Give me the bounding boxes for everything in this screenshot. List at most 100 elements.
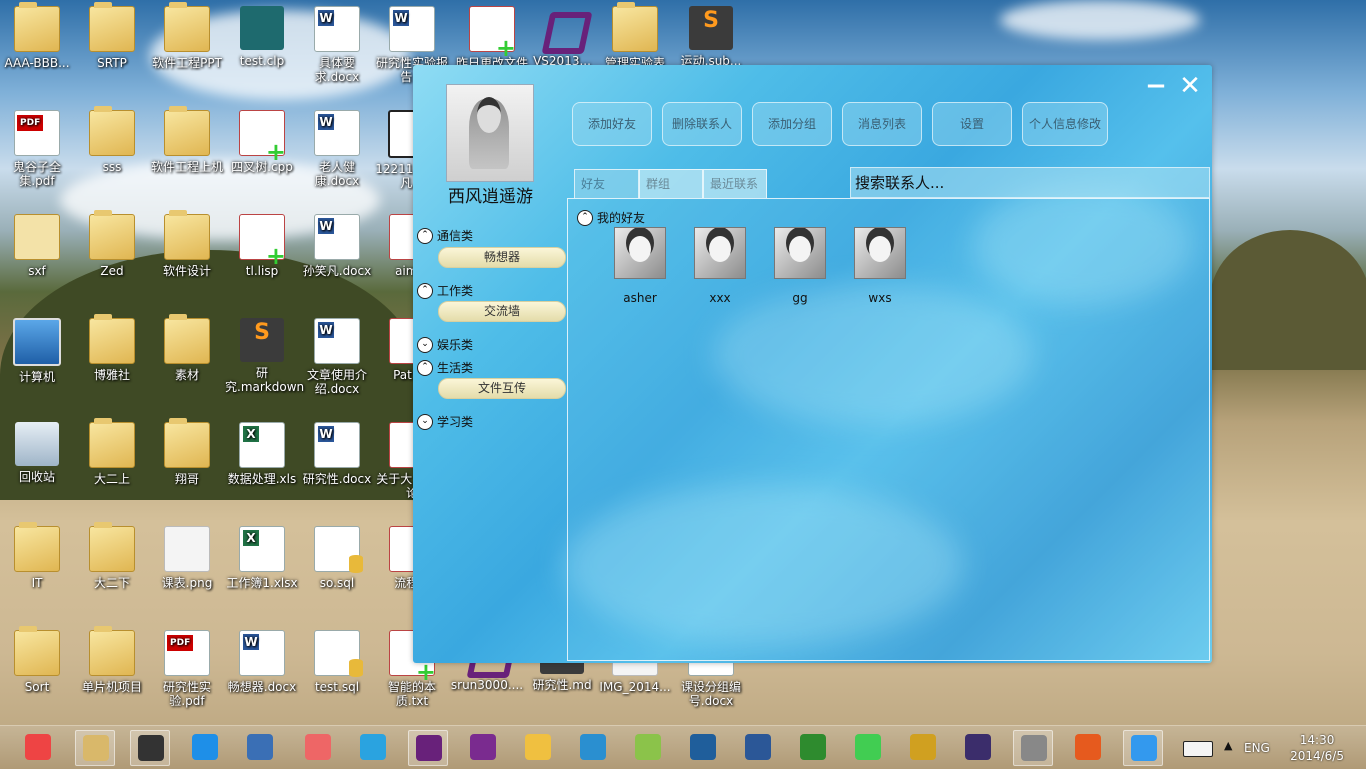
desktop-icon[interactable]: IT [0,522,74,590]
taskbar-button[interactable] [848,730,888,766]
desktop-icon[interactable]: 工作簿1.xlsx [225,526,299,590]
tab-groups[interactable]: 群组 [639,169,703,198]
desktop-icon[interactable]: 大二上 [75,418,149,486]
taskbar-button[interactable] [958,730,998,766]
keyboard-icon[interactable] [1183,741,1213,757]
taskbar-button[interactable] [240,730,280,766]
desktop-icon[interactable]: 研究性.docx [300,422,374,486]
desktop-icon[interactable]: so.sql [300,526,374,590]
tab-recent[interactable]: 最近联系 [703,169,767,198]
desktop-icon[interactable]: 研究.markdown [225,318,304,394]
desktop-icon[interactable]: 素材 [150,314,224,382]
expand-icon[interactable]: ⌄ [417,413,433,430]
desktop-icon[interactable]: 具体要求.docx [300,6,374,84]
taskbar-button[interactable] [518,730,558,766]
close-button[interactable]: ✕ [1176,73,1204,101]
clock[interactable]: 14:30 2014/6/5 [1290,732,1344,764]
add-group-button[interactable]: 添加分组 [752,102,832,146]
desktop-icon[interactable]: 回收站 [0,422,74,484]
settings-button[interactable]: 设置 [932,102,1012,146]
desktop-icon-label: 具体要求.docx [314,56,360,84]
desktop-icon-label: SRTP [97,56,127,70]
desktop-icon[interactable]: 软件设计 [150,210,224,278]
friend-item[interactable]: xxx [690,227,750,305]
expand-icon[interactable]: ⌄ [417,336,433,353]
desktop-icon[interactable]: 老人健康.docx [300,110,374,188]
language-indicator[interactable]: ENG [1244,741,1270,755]
taskbar-button[interactable] [573,730,613,766]
friend-item[interactable]: asher [610,227,670,305]
visual-studio-icon [416,735,442,761]
friend-group-header[interactable]: ⌃ 我的好友 [577,209,645,226]
desktop-icon[interactable]: 管理实验表 [598,2,672,70]
edit-profile-button[interactable]: 个人信息修改 [1022,102,1108,146]
desktop-icon[interactable]: 昨日更改文件 [455,6,529,70]
desktop-icon-label: so.sql [319,576,355,590]
desktop-icon[interactable]: sxf [0,214,74,278]
profile-avatar[interactable] [446,84,534,182]
search-input[interactable]: 搜索联系人... [850,167,1210,198]
category-life[interactable]: ⌃ 生活类 [417,359,473,376]
desktop-icon[interactable]: test.clp [225,6,299,68]
desktop-icon[interactable]: 软件工程PPT [150,2,224,70]
collapse-icon[interactable]: ⌃ [577,209,593,226]
minimize-button[interactable]: − [1142,73,1170,101]
desktop-icon[interactable]: 翔哥 [150,418,224,486]
taskbar-button[interactable] [1068,730,1108,766]
desktop-icon[interactable]: 大二下 [75,522,149,590]
friend-item[interactable]: gg [770,227,830,305]
desktop-icon[interactable]: 畅想器.docx [225,630,299,694]
taskbar-button[interactable] [463,730,503,766]
desktop-icon[interactable]: test.sql [300,630,374,694]
taskbar-button[interactable] [903,730,943,766]
desktop-icon[interactable]: 计算机 [0,318,74,384]
desktop-icon[interactable]: 研究性实验.pdf [150,630,224,708]
taskbar-button[interactable] [18,730,58,766]
message-list-button[interactable]: 消息列表 [842,102,922,146]
taskbar-button[interactable] [738,730,778,766]
category-study[interactable]: ⌄ 学习类 [417,413,473,430]
desktop-icon[interactable]: 文章使用介绍.docx [300,318,374,396]
category-communication[interactable]: ⌃ 通信类 [417,227,473,244]
desktop-icon[interactable]: 单片机项目 [75,626,149,694]
taskbar-button[interactable] [628,730,668,766]
taskbar-button[interactable] [130,730,170,766]
desktop-icon[interactable]: Sort [0,626,74,694]
desktop-icon[interactable]: 课表.png [150,526,224,590]
taskbar-button[interactable] [298,730,338,766]
sidebar-item-changxiangqi[interactable]: 畅想器 [438,247,566,268]
add-friend-button[interactable]: 添加好友 [572,102,652,146]
taskbar-button[interactable] [793,730,833,766]
taskbar-button[interactable] [1013,730,1053,766]
category-work[interactable]: ⌃ 工作类 [417,282,473,299]
desktop-icon[interactable]: tl.lisp [225,214,299,278]
desktop-icon[interactable]: AAA-BBB... [0,2,74,70]
friend-item[interactable]: wxs [850,227,910,305]
sidebar-item-file-transfer[interactable]: 文件互传 [438,378,566,399]
desktop-icon[interactable]: 博雅社 [75,314,149,382]
desktop-icon[interactable]: 四叉树.cpp [225,110,299,174]
desktop-icon[interactable]: VS2013... [525,6,599,68]
taskbar-button[interactable] [75,730,115,766]
desktop-icon[interactable]: SRTP [75,2,149,70]
collapse-icon[interactable]: ⌃ [417,359,433,376]
category-entertainment[interactable]: ⌄ 娱乐类 [417,336,473,353]
desktop-icon[interactable]: 鬼谷子全集.pdf [0,110,74,188]
taskbar-button[interactable] [1123,730,1163,766]
collapse-icon[interactable]: ⌃ [417,227,433,244]
taskbar-button[interactable] [185,730,225,766]
desktop-icon[interactable]: Zed [75,210,149,278]
delete-contact-button[interactable]: 删除联系人 [662,102,742,146]
sidebar-item-jiaoliuqiang[interactable]: 交流墙 [438,301,566,322]
desktop-icon[interactable]: 软件工程上机 [150,106,224,174]
desktop-icon[interactable]: 数据处理.xls [225,422,299,486]
taskbar-button[interactable] [408,730,448,766]
taskbar-button[interactable] [683,730,723,766]
desktop-icon[interactable]: sss [75,106,149,174]
taskbar-button[interactable] [353,730,393,766]
tray-expand-icon[interactable]: ▲ [1224,739,1232,752]
desktop-icon[interactable]: 运动.sub... [674,6,748,68]
desktop-icon[interactable]: 孙笑凡.docx [300,214,374,278]
tab-friends[interactable]: 好友 [574,169,639,198]
collapse-icon[interactable]: ⌃ [417,282,433,299]
